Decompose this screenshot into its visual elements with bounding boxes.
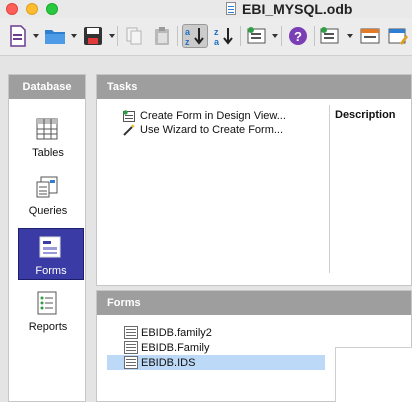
form-wizard-button[interactable] [318,24,353,48]
forms-header: Forms [97,291,411,315]
sort-descending-icon: z a [214,27,233,46]
query-icon [36,176,58,198]
minimize-window-button[interactable] [26,3,38,15]
open-folder-icon [44,30,65,44]
form-item-label: EBIDB.IDS [141,356,196,369]
form-document-icon [124,356,138,369]
save-icon [83,27,102,45]
help-icon: ? [289,27,307,45]
form-edit-button[interactable] [386,24,410,48]
help-button[interactable]: ? [286,24,310,48]
paste-icon [155,27,169,45]
sort-ascending-button[interactable]: a z [182,24,208,48]
task-label: Create Form in Design View... [140,110,286,122]
window-title: EBI_MYSQL.odb [242,1,353,17]
close-window-button[interactable] [6,3,18,15]
forms-panel: Forms EBIDB.family2 EBIDB.Family EBIDB.I… [96,290,412,402]
form-view-icon [360,28,380,44]
design-view-icon [123,110,135,122]
form-edit-icon [388,28,408,45]
save-button[interactable] [80,24,115,48]
title-bar: EBI_MYSQL.odb [0,0,412,18]
svg-text:a: a [185,27,191,37]
nav-item-label: Queries [28,205,68,217]
task-use-wizard[interactable]: Use Wizard to Create Form... [123,123,283,137]
form-preview [335,347,412,402]
document-icon [226,2,236,15]
new-form-button[interactable] [245,24,278,48]
form-wizard-icon [320,27,339,44]
open-button[interactable] [42,24,77,48]
task-label: Use Wizard to Create Form... [140,124,284,136]
svg-text:z: z [214,27,219,37]
toolbar: a z z a ? [0,18,412,56]
form-document-icon [124,341,138,354]
new-document-icon [10,25,26,47]
new-document-button[interactable] [6,24,39,48]
form-icon [39,236,61,258]
paste-button[interactable] [150,24,174,48]
database-header: Database [9,75,85,99]
sort-ascending-icon: a z [185,27,204,46]
copy-button[interactable] [122,24,146,48]
nav-item-reports[interactable]: Reports [9,285,87,339]
new-form-icon [247,27,265,44]
database-panel: Database Tables Queries Forms Reports [8,74,86,402]
svg-text:a: a [214,37,220,46]
nav-item-queries[interactable]: Queries [9,169,87,223]
table-icon [36,118,58,140]
report-icon [37,291,57,315]
nav-item-forms[interactable]: Forms [18,228,84,280]
wizard-wand-icon [123,124,135,136]
nav-item-label: Forms [35,265,67,277]
tasks-header: Tasks [97,75,411,99]
form-item-family[interactable]: EBIDB.Family [107,340,325,355]
form-item-label: EBIDB.Family [141,341,210,354]
form-view-button[interactable] [358,24,382,48]
nav-item-label: Tables [32,147,64,159]
svg-text:?: ? [294,29,302,44]
copy-icon [126,27,142,45]
divider [329,105,330,273]
form-item-family2[interactable]: EBIDB.family2 [107,325,325,340]
description-label: Description [335,109,396,121]
form-item-ids[interactable]: EBIDB.IDS [107,355,325,370]
zoom-window-button[interactable] [46,3,58,15]
form-document-icon [124,326,138,339]
tasks-panel: Tasks Create Form in Design View... Use … [96,74,412,286]
nav-item-tables[interactable]: Tables [9,111,87,165]
form-item-label: EBIDB.family2 [141,326,212,339]
sort-descending-button[interactable]: z a [211,24,237,48]
task-create-form-design-view[interactable]: Create Form in Design View... [123,109,286,123]
nav-item-label: Reports [28,321,68,333]
svg-text:z: z [185,37,190,46]
